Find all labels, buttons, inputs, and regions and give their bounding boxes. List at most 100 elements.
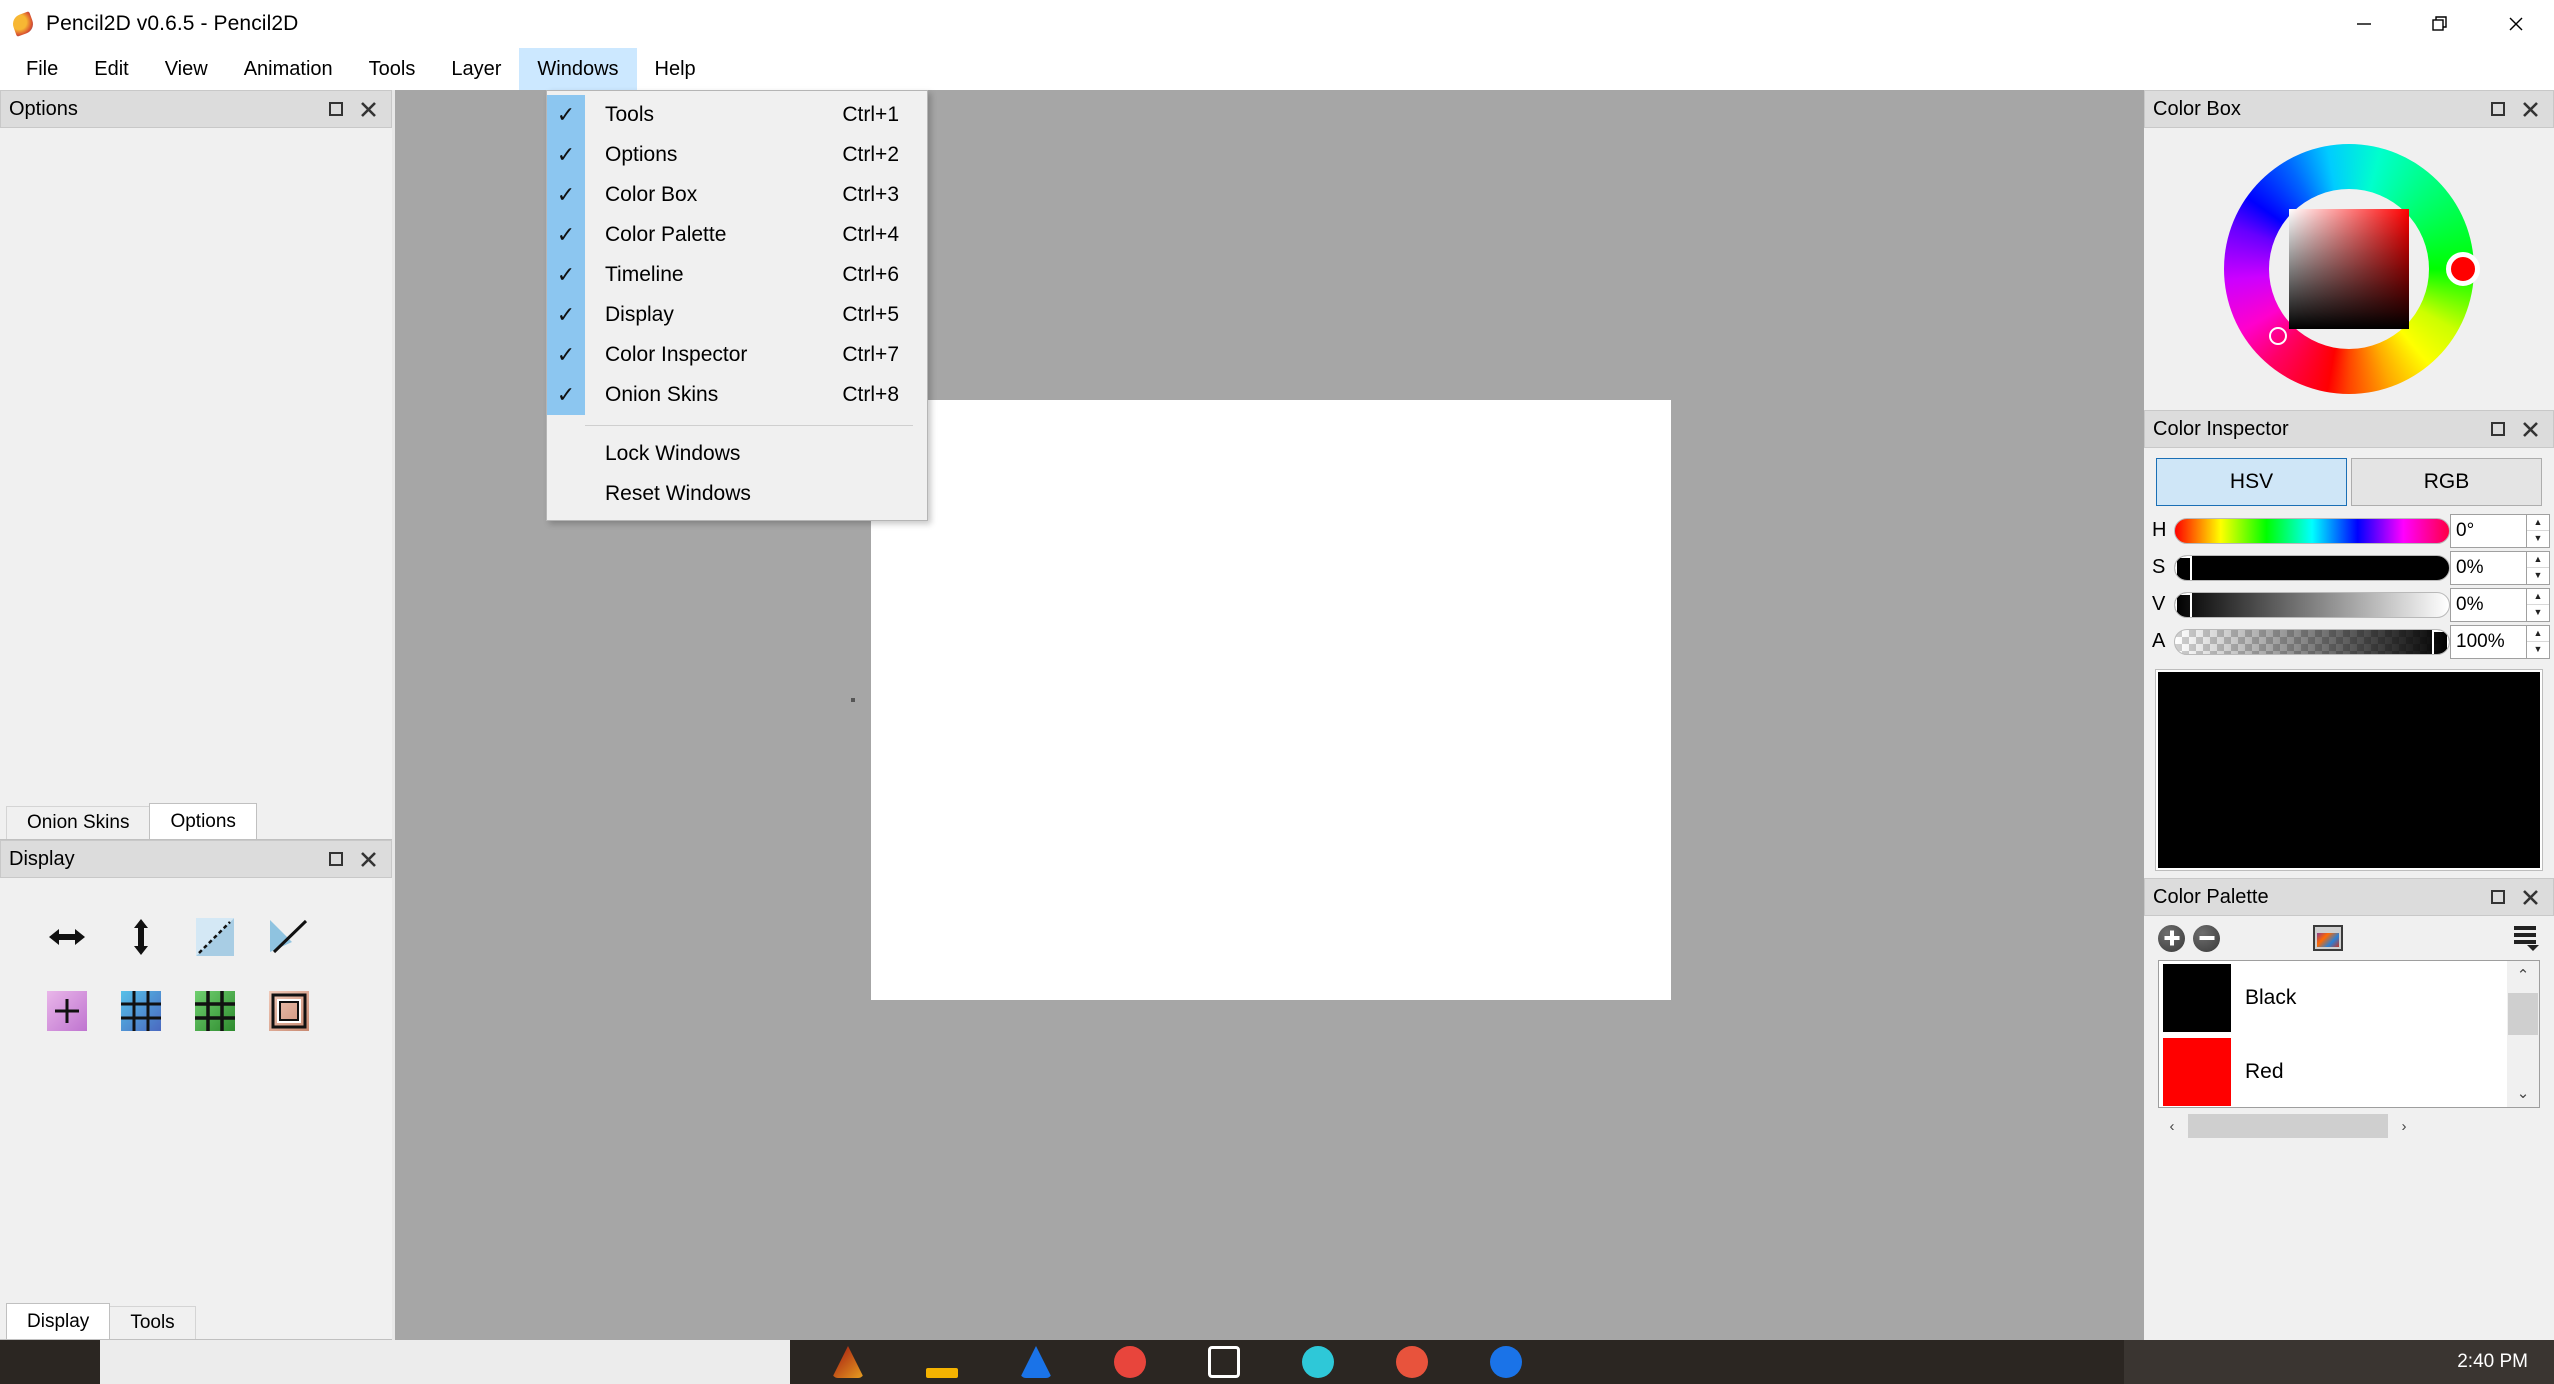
horizontal-scroll-thumb[interactable]: [2188, 1114, 2388, 1138]
scroll-left-arrow[interactable]: ‹: [2158, 1118, 2186, 1135]
drawing-canvas[interactable]: [871, 400, 1671, 1000]
taskbar-search-strip[interactable]: [100, 1340, 790, 1384]
thirds-grid-icon[interactable]: [104, 974, 178, 1048]
grid-icon[interactable]: [178, 974, 252, 1048]
safe-area-icon[interactable]: [252, 974, 326, 1048]
menu-file[interactable]: File: [8, 48, 76, 90]
remove-color-button[interactable]: [2193, 924, 2220, 952]
app-blue2-icon[interactable]: [1490, 1346, 1522, 1378]
saturation-knob[interactable]: [2175, 555, 2192, 580]
scroll-down-arrow[interactable]: ⌄: [2517, 1079, 2530, 1107]
color-box-close-icon[interactable]: [2521, 100, 2539, 118]
color-wheel[interactable]: [2224, 144, 2480, 394]
menu-item-lock-windows[interactable]: Lock Windows: [547, 434, 927, 474]
list-item[interactable]: Black: [2159, 961, 2507, 1035]
saturation-value-square[interactable]: [2289, 209, 2409, 329]
menu-item-color-box[interactable]: ✓ Color Box Ctrl+3: [547, 175, 927, 215]
app-window-icon[interactable]: [1208, 1346, 1240, 1378]
onion-prev-icon[interactable]: [178, 900, 252, 974]
palette-list[interactable]: Black Red ⌃ ⌄: [2158, 960, 2540, 1108]
hue-stepper[interactable]: ▲ ▼: [2526, 513, 2550, 548]
scroll-up-arrow[interactable]: ⌃: [2517, 961, 2530, 989]
tab-options[interactable]: Options: [149, 803, 257, 839]
menu-animation[interactable]: Animation: [226, 48, 351, 90]
options-close-icon[interactable]: [359, 100, 377, 118]
menu-item-display[interactable]: ✓ Display Ctrl+5: [547, 295, 927, 335]
saturation-slider[interactable]: [2174, 554, 2450, 581]
menu-windows[interactable]: Windows: [519, 48, 637, 90]
saturation-stepper[interactable]: ▲ ▼: [2526, 550, 2550, 585]
tab-onion-skins[interactable]: Onion Skins: [6, 806, 151, 839]
menu-item-tools[interactable]: ✓ Tools Ctrl+1: [547, 95, 927, 135]
center-cross-icon[interactable]: [30, 974, 104, 1048]
saturation-value[interactable]: 0%: [2450, 550, 2526, 585]
firefox-icon[interactable]: [832, 1346, 864, 1378]
menu-item-color-inspector[interactable]: ✓ Color Inspector Ctrl+7: [547, 335, 927, 375]
saturation-step-up[interactable]: ▲: [2527, 552, 2549, 568]
alpha-knob[interactable]: [2432, 629, 2449, 654]
tab-tools[interactable]: Tools: [109, 1306, 196, 1339]
onion-next-icon[interactable]: [252, 900, 326, 974]
alpha-step-up[interactable]: ▲: [2527, 626, 2549, 642]
app-cyan-icon[interactable]: [1302, 1346, 1334, 1378]
app-blue-icon[interactable]: [1020, 1346, 1052, 1378]
value-slider[interactable]: [2174, 591, 2450, 618]
swatch-view-button[interactable]: [2313, 925, 2344, 951]
scroll-right-arrow[interactable]: ›: [2390, 1118, 2418, 1135]
color-inspector-float-icon[interactable]: [2489, 420, 2507, 438]
hue-handle[interactable]: [2446, 252, 2480, 286]
color-box-float-icon[interactable]: [2489, 100, 2507, 118]
alpha-slider[interactable]: [2174, 628, 2450, 655]
menu-help[interactable]: Help: [637, 48, 714, 90]
alpha-step-down[interactable]: ▼: [2527, 642, 2549, 658]
tab-rgb[interactable]: RGB: [2351, 458, 2542, 506]
palette-vertical-scrollbar[interactable]: ⌃ ⌄: [2507, 961, 2539, 1107]
alpha-value[interactable]: 100%: [2450, 624, 2526, 659]
palette-horizontal-scrollbar[interactable]: ‹ ›: [2158, 1112, 2540, 1140]
display-float-icon[interactable]: [327, 850, 345, 868]
menu-item-reset-windows[interactable]: Reset Windows: [547, 474, 927, 514]
color-swatch[interactable]: [2163, 1038, 2231, 1106]
flip-vertical-icon[interactable]: [104, 900, 178, 974]
color-palette-float-icon[interactable]: [2489, 888, 2507, 906]
menu-item-timeline[interactable]: ✓ Timeline Ctrl+6: [547, 255, 927, 295]
value-step-down[interactable]: ▼: [2527, 605, 2549, 621]
start-button[interactable]: [0, 1340, 100, 1384]
add-color-button[interactable]: [2158, 924, 2185, 952]
close-button[interactable]: [2478, 0, 2554, 48]
hue-step-up[interactable]: ▲: [2527, 515, 2549, 531]
vertical-scroll-thumb[interactable]: [2508, 993, 2538, 1035]
flip-horizontal-icon[interactable]: [30, 900, 104, 974]
value-value[interactable]: 0%: [2450, 587, 2526, 622]
list-item[interactable]: Red: [2159, 1035, 2507, 1107]
alpha-stepper[interactable]: ▲ ▼: [2526, 624, 2550, 659]
display-close-icon[interactable]: [359, 850, 377, 868]
menu-item-options[interactable]: ✓ Options Ctrl+2: [547, 135, 927, 175]
value-step-up[interactable]: ▲: [2527, 589, 2549, 605]
app-yellow-icon[interactable]: [926, 1368, 958, 1378]
clock[interactable]: 2:40 PM: [2457, 1351, 2528, 1373]
color-inspector-close-icon[interactable]: [2521, 420, 2539, 438]
value-stepper[interactable]: ▲ ▼: [2526, 587, 2550, 622]
palette-menu-button[interactable]: [2513, 926, 2540, 951]
maximize-button[interactable]: [2402, 0, 2478, 48]
minimize-button[interactable]: [2326, 0, 2402, 48]
hue-step-down[interactable]: ▼: [2527, 531, 2549, 547]
menu-tools[interactable]: Tools: [351, 48, 434, 90]
color-palette-close-icon[interactable]: [2521, 888, 2539, 906]
color-swatch[interactable]: [2163, 964, 2231, 1032]
saturation-step-down[interactable]: ▼: [2527, 568, 2549, 584]
options-float-icon[interactable]: [327, 100, 345, 118]
value-knob[interactable]: [2175, 592, 2192, 617]
menu-view[interactable]: View: [147, 48, 226, 90]
tab-hsv[interactable]: HSV: [2156, 458, 2347, 506]
menu-edit[interactable]: Edit: [76, 48, 146, 90]
menu-layer[interactable]: Layer: [433, 48, 519, 90]
hue-value[interactable]: 0°: [2450, 513, 2526, 548]
sv-handle[interactable]: [2269, 327, 2287, 345]
color-wheel-area[interactable]: [2144, 128, 2554, 410]
app-orange-icon[interactable]: [1396, 1346, 1428, 1378]
hue-slider[interactable]: [2174, 517, 2450, 544]
app-red-icon[interactable]: [1114, 1346, 1146, 1378]
menu-item-color-palette[interactable]: ✓ Color Palette Ctrl+4: [547, 215, 927, 255]
